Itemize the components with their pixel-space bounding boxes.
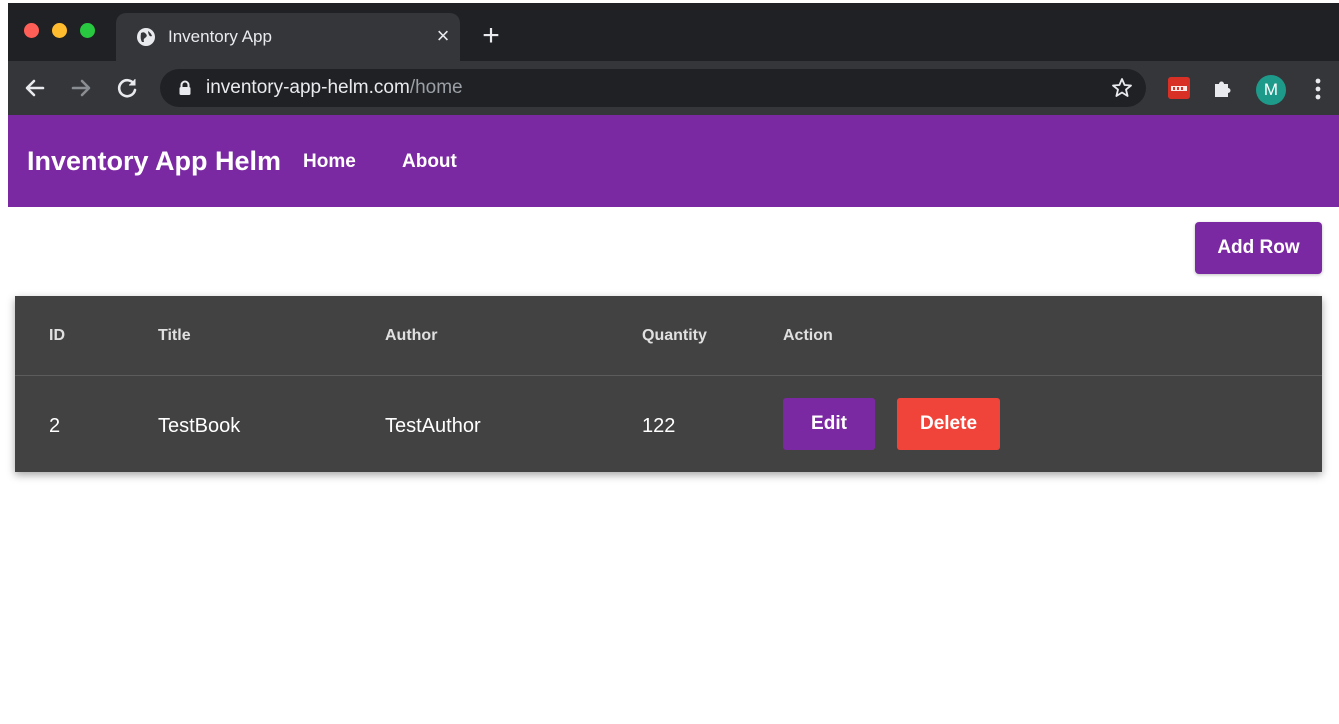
lock-icon [179,80,191,95]
column-header-action: Action [783,327,833,344]
url-text: inventory-app-helm.com/home [206,77,463,99]
more-menu-icon[interactable] [1308,75,1328,103]
cell-author: TestAuthor [385,415,481,437]
delete-button[interactable]: Delete [897,398,1000,450]
app-header: Inventory App Helm Home About [8,115,1339,207]
extension-icon[interactable] [1168,77,1190,99]
app-brand[interactable]: Inventory App Helm [27,145,281,177]
back-arrow-icon[interactable] [22,75,48,101]
browser-toolbar: inventory-app-helm.com/home M [8,61,1339,115]
extensions-puzzle-icon[interactable] [1211,76,1235,100]
nav-link-about[interactable]: About [402,151,457,173]
cell-id: 2 [49,415,61,437]
column-header-title: Title [158,327,191,344]
tab-strip: Inventory App × + [8,3,1339,61]
browser-tab[interactable]: Inventory App × [116,13,460,61]
url-host: inventory-app-helm.com [206,77,410,98]
globe-icon [137,28,155,46]
edit-button[interactable]: Edit [783,398,875,450]
tab-title: Inventory App [168,27,272,46]
column-header-id: ID [49,327,65,344]
forward-arrow-icon[interactable] [68,75,94,101]
profile-avatar[interactable]: M [1256,75,1286,105]
address-bar[interactable]: inventory-app-helm.com/home [160,69,1146,107]
url-path: /home [409,77,463,98]
nav-link-home[interactable]: Home [303,151,356,173]
bookmark-star-icon[interactable] [1110,76,1134,100]
add-row-button[interactable]: Add Row [1195,222,1322,274]
column-header-author: Author [385,327,438,344]
inventory-table: ID Title Author Quantity Action 2 TestBo… [15,296,1322,472]
minimize-window-button[interactable] [52,23,67,38]
cell-quantity: 122 [642,415,676,437]
table-header: ID Title Author Quantity Action [15,296,1322,376]
close-tab-icon[interactable]: × [432,25,454,47]
column-header-quantity: Quantity [642,327,707,344]
reload-icon[interactable] [114,75,140,101]
close-window-button[interactable] [24,23,39,38]
new-tab-button[interactable]: + [478,21,504,51]
cell-title: TestBook [158,415,241,437]
maximize-window-button[interactable] [80,23,95,38]
